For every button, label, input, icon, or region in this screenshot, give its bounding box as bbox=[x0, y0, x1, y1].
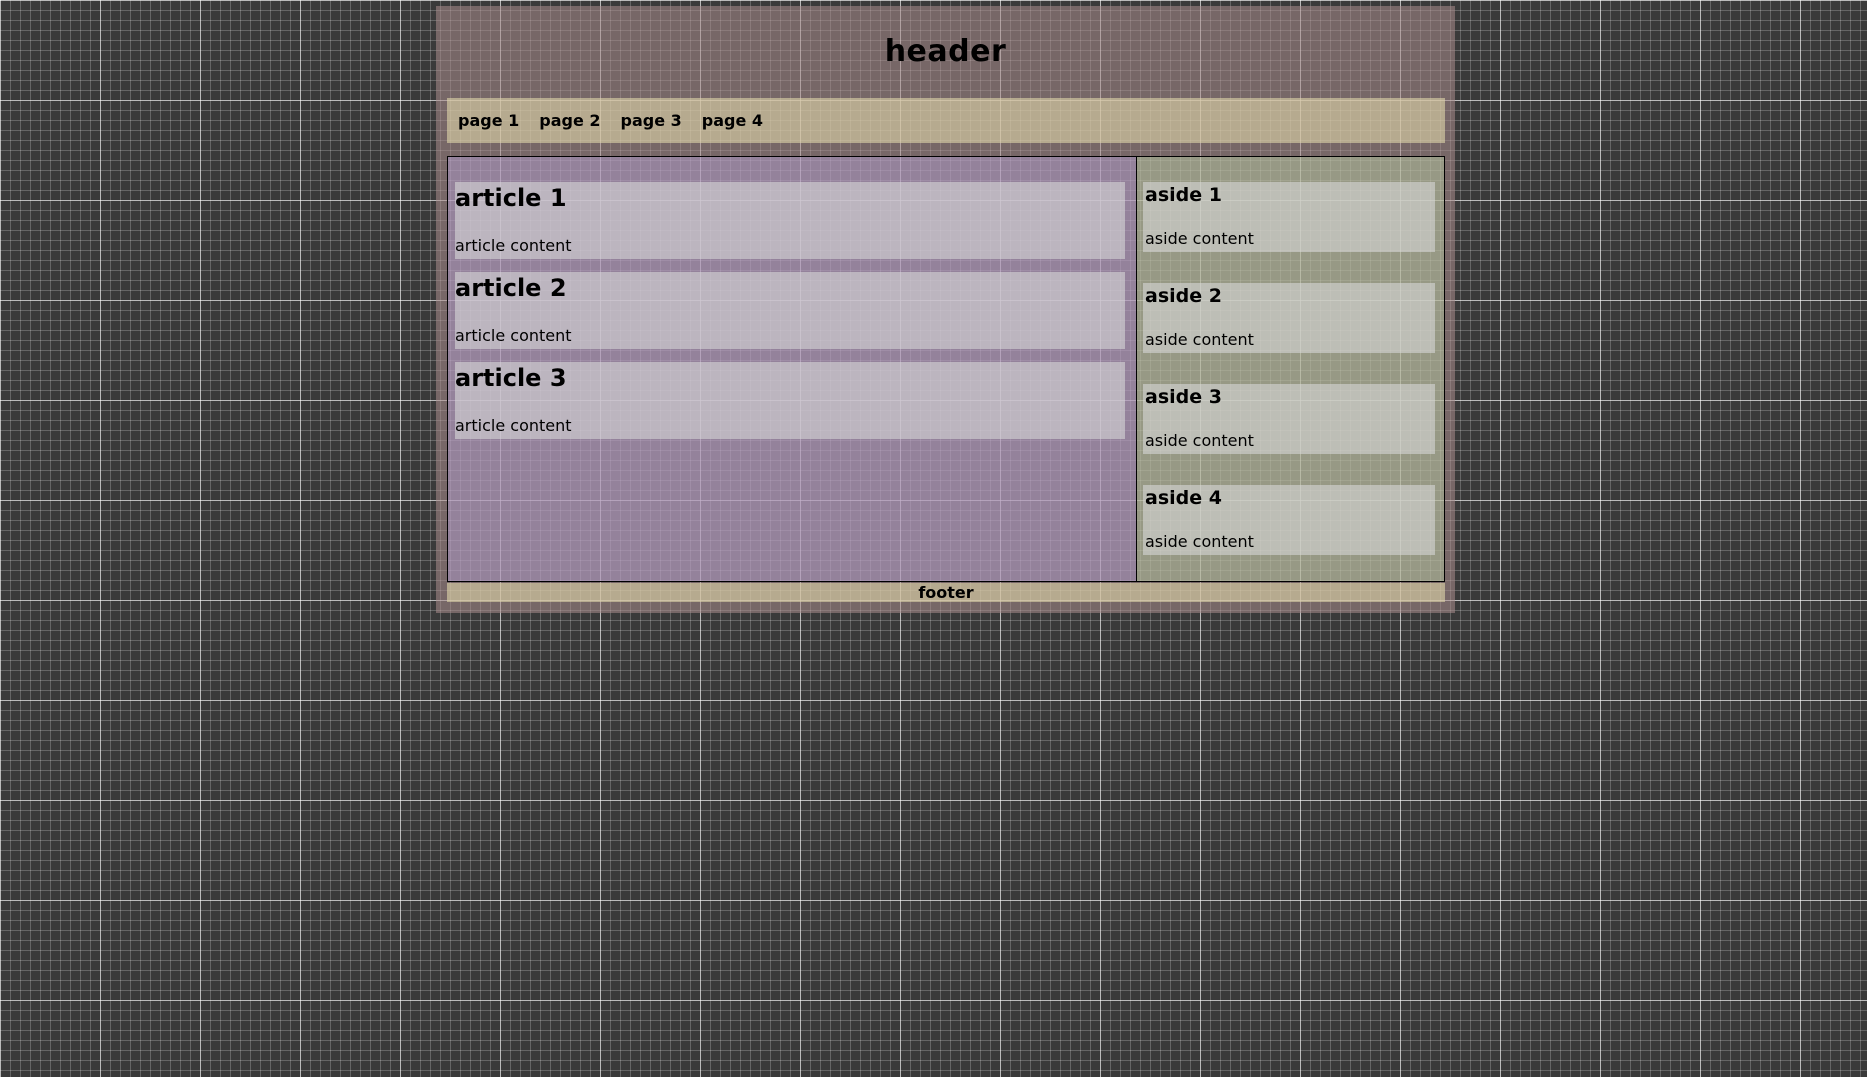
aside-content: aside content bbox=[1145, 330, 1254, 349]
nav-link-page-4[interactable]: page 4 bbox=[702, 111, 763, 130]
article-2: article 2 article content bbox=[455, 272, 1125, 349]
aside-content: aside content bbox=[1145, 229, 1254, 248]
article-1: article 1 article content bbox=[455, 182, 1125, 259]
aside-title: aside 4 bbox=[1145, 487, 1222, 509]
aside-content: aside content bbox=[1145, 532, 1254, 551]
article-title: article 3 bbox=[455, 364, 567, 392]
aside-content: aside content bbox=[1145, 431, 1254, 450]
page-container: header page 1 page 2 page 3 page 4 artic… bbox=[436, 6, 1455, 613]
footer-text: footer bbox=[918, 583, 974, 602]
aside-4: aside 4 aside content bbox=[1143, 485, 1435, 555]
aside-title: aside 1 bbox=[1145, 184, 1222, 206]
page-header: header bbox=[436, 6, 1455, 97]
article-3: article 3 article content bbox=[455, 362, 1125, 439]
article-content: article content bbox=[455, 236, 572, 255]
nav-link-page-1[interactable]: page 1 bbox=[458, 111, 519, 130]
aside-1: aside 1 aside content bbox=[1143, 182, 1435, 252]
main-content: article 1 article content article 2 arti… bbox=[447, 156, 1137, 582]
article-content: article content bbox=[455, 416, 572, 435]
aside-title: aside 3 bbox=[1145, 386, 1222, 408]
nav-link-page-3[interactable]: page 3 bbox=[621, 111, 682, 130]
article-title: article 1 bbox=[455, 184, 567, 212]
article-title: article 2 bbox=[455, 274, 567, 302]
aside-3: aside 3 aside content bbox=[1143, 384, 1435, 454]
main-nav: page 1 page 2 page 3 page 4 bbox=[447, 98, 1445, 143]
aside-2: aside 2 aside content bbox=[1143, 283, 1435, 353]
sidebar: aside 1 aside content aside 2 aside cont… bbox=[1137, 156, 1445, 582]
header-title: header bbox=[884, 34, 1007, 69]
page-footer: footer bbox=[447, 583, 1445, 602]
aside-title: aside 2 bbox=[1145, 285, 1222, 307]
nav-link-page-2[interactable]: page 2 bbox=[539, 111, 600, 130]
article-content: article content bbox=[455, 326, 572, 345]
